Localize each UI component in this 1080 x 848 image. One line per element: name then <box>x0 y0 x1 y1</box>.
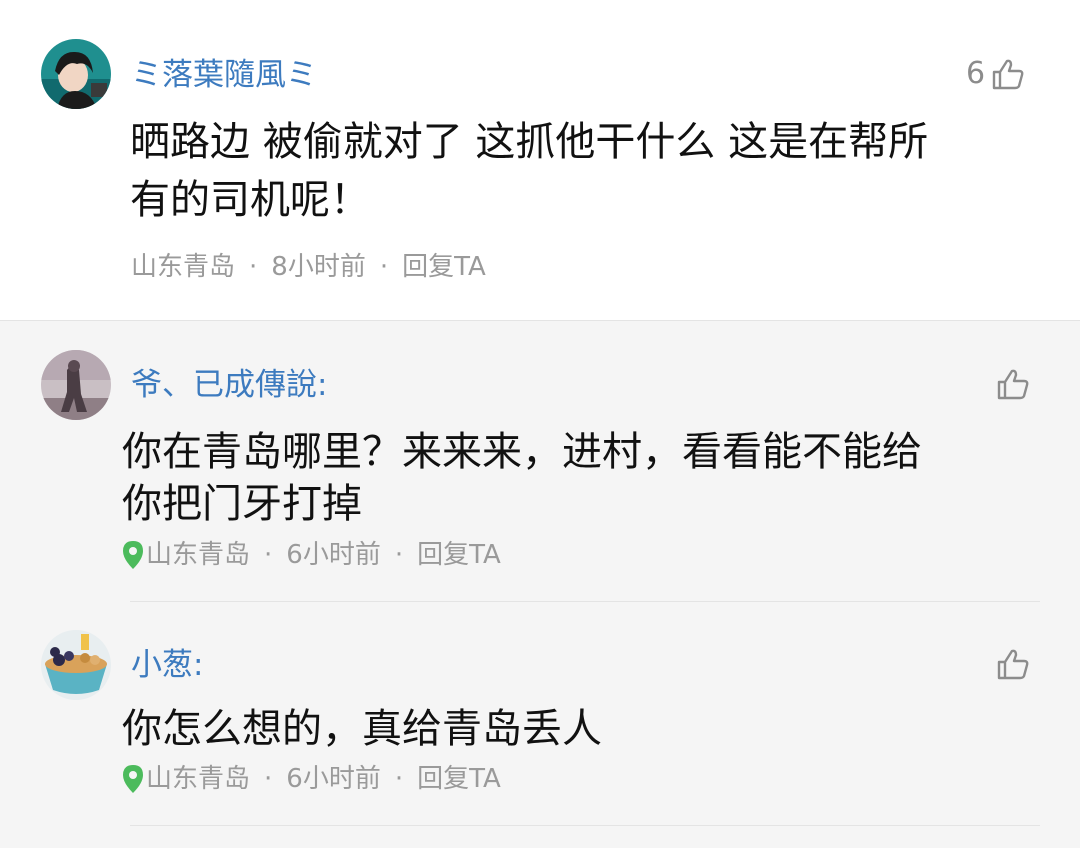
username[interactable]: 小葱: <box>131 645 203 685</box>
like-button[interactable] <box>996 647 1030 681</box>
divider <box>130 601 1040 602</box>
comment-meta: 山东青岛 · 6小时前 · 回复TA <box>122 762 501 796</box>
thumbs-up-icon <box>997 369 1029 400</box>
divider <box>130 825 1040 826</box>
location-text: 山东青岛 <box>146 764 251 794</box>
username[interactable]: ミ落葉隨風ミ <box>131 55 317 95</box>
location-pin-icon <box>122 540 144 570</box>
comment-text-line: 晒路边 被偷就对了 这抓他干什么 这是在帮所 <box>130 119 929 165</box>
comment-text-line: 你怎么想的，真给青岛丢人 <box>122 706 602 752</box>
like-button[interactable] <box>996 367 1030 401</box>
timestamp: 6小时前 <box>286 764 381 794</box>
main-comment: ミ落葉隨風ミ 6 晒路边 被偷就对了 这抓他干什么 这是在帮所 有的司机呢！ 山… <box>0 0 1080 320</box>
location-text: 山东青岛 <box>146 540 251 570</box>
avatar[interactable] <box>41 350 111 420</box>
comment-text-line: 有的司机呢！ <box>130 177 370 223</box>
comment-text-line: 你把门牙打掉 <box>122 481 362 527</box>
username[interactable]: 爷、已成傳說: <box>131 365 327 405</box>
comment-meta: 山东青岛 · 8小时前 · 回复TA <box>131 250 486 284</box>
like-count: 6 <box>966 56 986 91</box>
thumbs-up-icon <box>997 649 1029 680</box>
separator: · <box>394 764 404 794</box>
like-button[interactable]: 6 <box>966 56 1025 92</box>
comment-text: 你怎么想的，真给青岛丢人 <box>122 700 602 758</box>
separator: · <box>394 540 404 570</box>
location-text: 山东青岛 <box>131 252 236 282</box>
avatar[interactable] <box>41 630 111 700</box>
reply-button[interactable]: 回复TA <box>402 250 486 284</box>
comment-text: 你在青岛哪里？来来来，进村，看看能不能给 你把门牙打掉 <box>122 423 922 533</box>
location-pin-icon <box>122 764 144 794</box>
reply-button[interactable]: 回复TA <box>417 762 501 796</box>
separator: · <box>249 252 258 282</box>
replies-section: 爷、已成傳說: 你在青岛哪里？来来来，进村，看看能不能给 你把门牙打掉 山东青岛… <box>0 320 1080 848</box>
comment-meta: 山东青岛 · 6小时前 · 回复TA <box>122 538 501 572</box>
separator: · <box>264 764 273 794</box>
reply-button[interactable]: 回复TA <box>417 538 501 572</box>
comment-text-line: 你在青岛哪里？来来来，进村，看看能不能给 <box>122 429 922 475</box>
comment-text: 晒路边 被偷就对了 这抓他干什么 这是在帮所 有的司机呢！ <box>130 113 928 229</box>
separator: · <box>379 252 389 282</box>
timestamp: 8小时前 <box>271 252 366 282</box>
avatar[interactable] <box>41 39 111 109</box>
timestamp: 6小时前 <box>286 540 381 570</box>
thumbs-up-icon <box>992 59 1024 90</box>
separator: · <box>264 540 273 570</box>
